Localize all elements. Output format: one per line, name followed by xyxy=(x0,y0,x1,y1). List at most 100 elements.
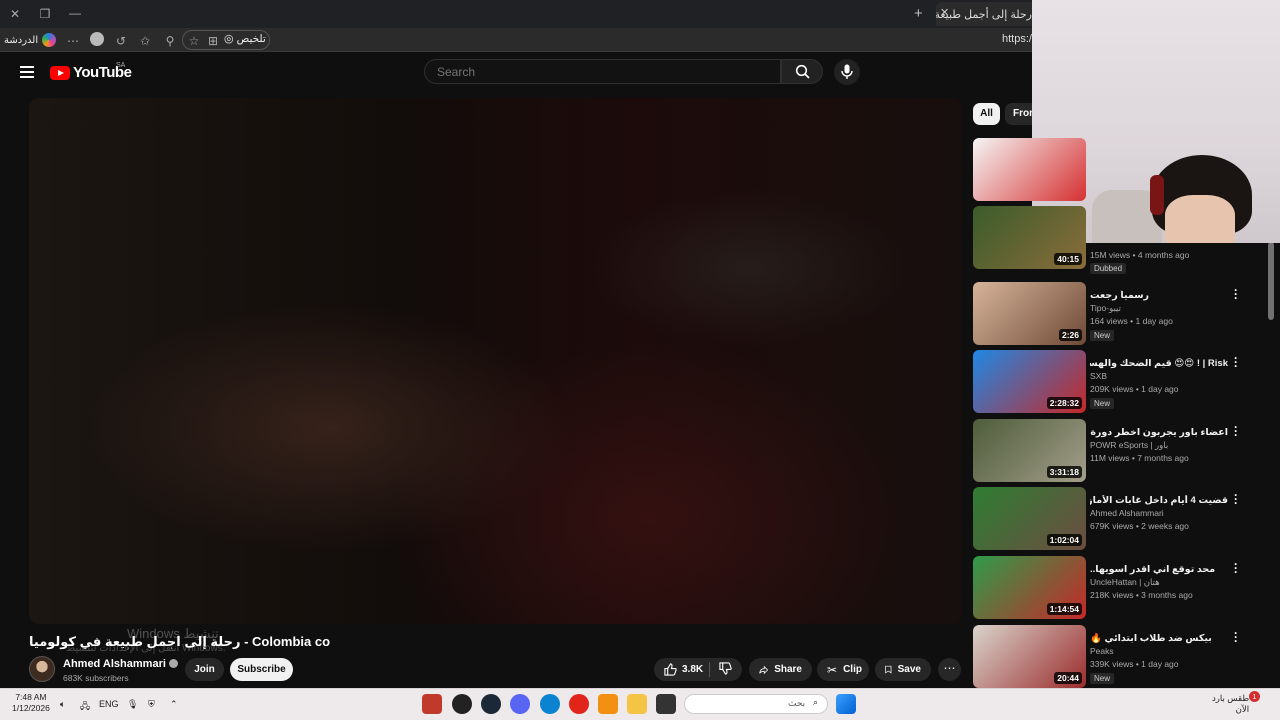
recommendation-meta: 11M views • 7 months ago xyxy=(1090,453,1189,463)
security-icon[interactable]: ⛨ xyxy=(148,699,155,710)
taskbar-clock[interactable]: 7:48 AM 1/12/2026 xyxy=(12,692,50,714)
steam-icon[interactable] xyxy=(481,694,501,714)
more-options-icon[interactable]: ⋯ xyxy=(65,33,81,49)
recommendation-thumbnail[interactable]: 3:31:18 xyxy=(973,419,1086,482)
recommendation-channel[interactable]: UncleHattan | هتان xyxy=(1090,577,1160,588)
youtube-play-icon xyxy=(50,65,70,80)
terminal-icon[interactable] xyxy=(656,694,676,714)
tab-close-icon[interactable]: ✕ xyxy=(940,6,949,19)
chat-button[interactable]: الدردشة xyxy=(4,31,57,49)
dislike-button[interactable] xyxy=(719,662,732,680)
weather-widget[interactable]: طقس بارد الآن xyxy=(1212,693,1249,715)
more-vertical-icon[interactable]: · · · xyxy=(1232,489,1240,509)
chat-label: الدردشة xyxy=(4,34,39,46)
tab-active[interactable]: رحلة إلى أجمل طبيعة في كولومبيا xyxy=(936,2,1036,26)
restore-window-icon[interactable]: ❐ xyxy=(37,6,53,22)
favorites-icon[interactable]: ✩ xyxy=(137,33,153,49)
discord-icon[interactable] xyxy=(510,694,530,714)
channel-name[interactable]: Ahmed Alshammari xyxy=(63,658,178,670)
recommendation-channel[interactable]: SXB xyxy=(1090,371,1107,381)
close-window-icon[interactable]: ✕ xyxy=(7,6,23,22)
search-input[interactable] xyxy=(437,65,767,79)
new-tab-icon[interactable]: + xyxy=(914,5,923,22)
voice-search-button[interactable] xyxy=(834,59,860,85)
taskbar-search-placeholder: بحث xyxy=(788,698,806,708)
chip-all[interactable]: All xyxy=(973,103,1000,125)
history-icon[interactable]: ↺ xyxy=(113,33,129,49)
more-actions-button[interactable]: ⋯ xyxy=(938,658,961,681)
video-duration: 40:15 xyxy=(1054,253,1082,265)
video-title: رحلة إلى اجمل طبيعة في كولوميا - Colombi… xyxy=(29,634,331,649)
reaper-icon[interactable] xyxy=(598,694,618,714)
start-button[interactable] xyxy=(836,694,856,714)
recommendation-channel[interactable]: Ahmed Alshammari xyxy=(1090,508,1164,518)
recommendation-thumbnail[interactable]: 40:15 xyxy=(973,206,1086,269)
recommendation-title[interactable]: اعضاء باور يجربون اخطر دورة عسكرية !! "ا… xyxy=(1090,427,1228,438)
search-button[interactable] xyxy=(781,59,823,84)
recommendation-title[interactable]: رسمياً رجعت xyxy=(1090,290,1228,301)
recommendation-channel[interactable]: Tipo-تيبو xyxy=(1090,303,1121,314)
url-text[interactable]: https:// xyxy=(1002,33,1035,45)
recommendation-channel[interactable]: Peaks xyxy=(1090,646,1114,656)
microphone-tray-icon[interactable]: 🎙︎ xyxy=(127,699,138,710)
recommendation-channel[interactable]: POWR eSports | باور xyxy=(1090,440,1168,451)
add-favorite-icon[interactable]: ☆ xyxy=(186,33,202,49)
network-icon[interactable]: 🖧︎ xyxy=(80,699,90,715)
recommendation-thumbnail[interactable] xyxy=(973,138,1086,201)
clip-button[interactable]: ✂ Clip xyxy=(817,658,869,681)
video-player[interactable] xyxy=(29,98,962,624)
file-explorer-icon[interactable] xyxy=(627,694,647,714)
chip-from[interactable]: From xyxy=(1005,103,1035,125)
more-vertical-icon[interactable]: · · · xyxy=(1232,627,1240,647)
video-duration: 2:28:32 xyxy=(1046,397,1082,409)
taskbar-search[interactable] xyxy=(684,694,828,714)
recommendation-title[interactable]: قضيت 4 أيام داخل غابات الأمازون ! - Amaz… xyxy=(1090,495,1228,506)
volume-icon[interactable]: 🔈︎ xyxy=(60,699,65,710)
profile-icon[interactable] xyxy=(90,32,104,46)
search-box[interactable] xyxy=(424,59,781,84)
summary-button[interactable]: ◎ تلخيص xyxy=(224,32,266,46)
share-button[interactable]: Share xyxy=(749,658,812,681)
edge-icon[interactable] xyxy=(540,694,560,714)
language-indicator[interactable]: ENG xyxy=(99,699,119,709)
save-button[interactable]: Save xyxy=(875,658,931,681)
minimize-window-icon[interactable]: — xyxy=(67,5,83,21)
hamburger-menu-icon[interactable] xyxy=(20,66,34,78)
split-screen-icon[interactable]: ⊞ xyxy=(205,33,221,49)
country-code: SA xyxy=(116,62,126,69)
notification-badge[interactable]: 1 xyxy=(1249,691,1260,702)
bookmark-add-icon xyxy=(885,665,892,674)
join-button[interactable]: Join xyxy=(185,658,224,681)
video-duration: 1:14:54 xyxy=(1046,603,1082,615)
clock-time: 7:48 AM xyxy=(15,692,47,702)
show-hidden-icons-icon[interactable]: ⌃ xyxy=(170,699,178,710)
recommendation-title[interactable]: Risk | ! 😍😍 قيم الضحك والهسترة xyxy=(1090,358,1228,369)
recommendation-thumbnail[interactable]: 2:28:32 xyxy=(973,350,1086,413)
scissors-icon: ✂ xyxy=(827,662,838,677)
summary-label: تلخيص xyxy=(236,32,266,45)
more-vertical-icon[interactable]: · · · xyxy=(1232,421,1240,441)
more-vertical-icon[interactable]: · · · xyxy=(1232,284,1240,304)
like-button[interactable]: 3.8K xyxy=(664,663,703,676)
epic-games-icon[interactable] xyxy=(422,694,442,714)
video-duration: 2:26 xyxy=(1058,329,1082,341)
tab-title: رحلة إلى أجمل طبيعة في كولومبيا xyxy=(936,9,1032,21)
more-vertical-icon[interactable]: · · · xyxy=(1232,558,1240,578)
more-horizontal-icon: ⋯ xyxy=(943,661,956,675)
extensions-icon[interactable]: ⚲ xyxy=(162,33,178,49)
subscribe-button[interactable]: Subscribe xyxy=(230,658,293,681)
obs-icon[interactable] xyxy=(452,694,472,714)
sidebar-scrollbar[interactable] xyxy=(1268,242,1274,320)
recommendation-title[interactable]: بيكس ضد طلاب ابتدائي 🔥 xyxy=(1090,633,1228,644)
channel-avatar[interactable] xyxy=(29,656,55,682)
recommendation-thumbnail[interactable]: 1:14:54 xyxy=(973,556,1086,619)
verified-icon xyxy=(168,659,178,668)
recommendation-thumbnail[interactable]: 20:44 xyxy=(973,625,1086,688)
recommendation-title[interactable]: محد توقع اني اقدر اسويها.. xyxy=(1090,564,1228,575)
recommendation-thumbnail[interactable]: 1:02:04 xyxy=(973,487,1086,550)
app-icon[interactable] xyxy=(569,694,589,714)
microphone-icon xyxy=(841,64,853,79)
clip-label: Clip xyxy=(843,664,862,675)
more-vertical-icon[interactable]: · · · xyxy=(1232,352,1240,372)
recommendation-thumbnail[interactable]: 2:26 xyxy=(973,282,1086,345)
